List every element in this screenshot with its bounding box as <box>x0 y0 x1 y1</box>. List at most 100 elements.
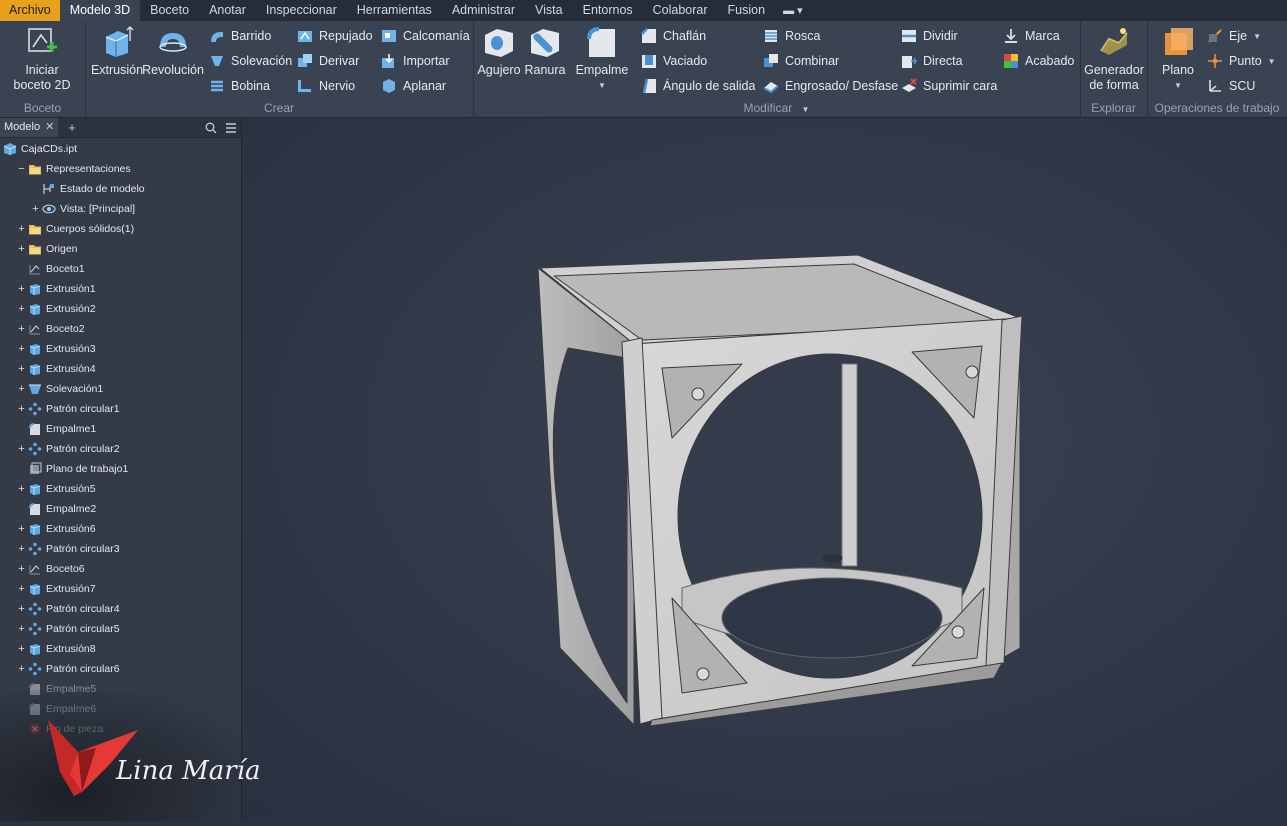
tree-item[interactable]: + Extrusión4 <box>0 359 241 379</box>
tree-item[interactable]: + Patrón circular1 <box>0 399 241 419</box>
cube-model[interactable] <box>242 118 1287 821</box>
punto-dropdown-icon[interactable]: ▼ <box>1268 57 1276 66</box>
tree-item[interactable]: + Boceto2 <box>0 319 241 339</box>
calcomania-button[interactable]: Calcomanía <box>381 27 470 45</box>
tab-archivo[interactable]: Archivo <box>0 0 60 21</box>
panel-modificar-label[interactable]: Modificar ▼ <box>473 101 1080 115</box>
tab-fusion[interactable]: Fusion <box>718 0 776 21</box>
expand-icon[interactable]: + <box>17 283 26 295</box>
tree-item[interactable]: + Extrusión1 <box>0 279 241 299</box>
tree-item[interactable]: + Extrusión5 <box>0 479 241 499</box>
tab-inspeccionar[interactable]: Inspeccionar <box>256 0 347 21</box>
tree-item[interactable]: + Boceto6 <box>0 559 241 579</box>
expand-icon[interactable]: + <box>17 443 26 455</box>
tree-item[interactable]: Empalme1 <box>0 419 241 439</box>
vaciado-button[interactable]: Vaciado <box>641 52 707 70</box>
expand-icon[interactable]: + <box>17 643 26 655</box>
tree-item[interactable]: + Patrón circular2 <box>0 439 241 459</box>
directa-button[interactable]: Directa <box>901 52 963 70</box>
expand-icon[interactable]: + <box>17 543 26 555</box>
empalme-dropdown-icon[interactable]: ▼ <box>598 78 606 93</box>
suprimir-cara-button[interactable]: Suprimir cara <box>901 77 997 95</box>
tree-item[interactable]: + Extrusión7 <box>0 579 241 599</box>
video-dropdown-icon[interactable]: ▬ ▾ <box>775 4 811 17</box>
solevacion-button[interactable]: Solevación <box>209 52 292 70</box>
tree-item[interactable]: + Origen <box>0 239 241 259</box>
menu-icon[interactable] <box>225 122 237 134</box>
tree-item[interactable]: + Extrusión6 <box>0 519 241 539</box>
rosca-button[interactable]: Rosca <box>763 27 820 45</box>
expand-icon[interactable]: + <box>17 623 26 635</box>
tab-administrar[interactable]: Administrar <box>442 0 525 21</box>
scu-button[interactable]: SCU <box>1207 77 1255 95</box>
combinar-button[interactable]: Combinar <box>763 52 839 70</box>
tree-item[interactable]: + Patrón circular6 <box>0 659 241 679</box>
tree-item[interactable]: Plano de trabajo1 <box>0 459 241 479</box>
marca-button[interactable]: Marca <box>1003 27 1060 45</box>
tree-item[interactable]: Estado de modelo <box>0 179 241 199</box>
expand-icon[interactable]: + <box>17 583 26 595</box>
tab-vista[interactable]: Vista <box>525 0 573 21</box>
expand-icon[interactable]: + <box>17 243 26 255</box>
expand-icon[interactable]: + <box>17 523 26 535</box>
derivar-button[interactable]: Derivar <box>297 52 359 70</box>
tree-item[interactable]: Empalme2 <box>0 499 241 519</box>
punto-button[interactable]: Punto ▼ <box>1207 52 1276 70</box>
tree-item[interactable]: + Patrón circular5 <box>0 619 241 639</box>
tree-item[interactable]: + Patrón circular4 <box>0 599 241 619</box>
generador-forma-button[interactable]: Generador de forma <box>1082 25 1146 93</box>
start-sketch-button[interactable]: Iniciar boceto 2D <box>6 25 78 93</box>
tree-item[interactable]: + Cuerpos sólidos(1) <box>0 219 241 239</box>
tab-colaborar[interactable]: Colaborar <box>643 0 718 21</box>
chaflan-button[interactable]: Chaflán <box>641 27 706 45</box>
extrusion-button[interactable]: Extrusión <box>89 25 145 78</box>
expand-icon[interactable]: + <box>17 563 26 575</box>
ranura-button[interactable]: Ranura <box>523 25 567 78</box>
angulo-salida-button[interactable]: Ángulo de salida <box>641 77 755 95</box>
expand-icon[interactable]: + <box>17 363 26 375</box>
expand-icon[interactable]: + <box>17 383 26 395</box>
agujero-button[interactable]: Agujero <box>477 25 521 78</box>
plano-dropdown-icon[interactable]: ▼ <box>1174 78 1182 93</box>
tree-item[interactable]: CajaCDs.ipt <box>0 139 241 159</box>
plano-button[interactable]: Plano ▼ <box>1155 25 1201 93</box>
nervio-button[interactable]: Nervio <box>297 77 355 95</box>
barrido-button[interactable]: Barrido <box>209 27 271 45</box>
expand-icon[interactable]: + <box>31 203 40 215</box>
expand-icon[interactable]: + <box>17 663 26 675</box>
importar-button[interactable]: Importar <box>381 52 450 70</box>
eje-button[interactable]: Eje ▼ <box>1207 27 1261 45</box>
expand-icon[interactable]: + <box>17 343 26 355</box>
tree-item[interactable]: + Patrón circular3 <box>0 539 241 559</box>
tab-entornos[interactable]: Entornos <box>573 0 643 21</box>
eje-dropdown-icon[interactable]: ▼ <box>1253 32 1261 41</box>
tree-item[interactable]: + Vista: [Principal] <box>0 199 241 219</box>
browser-tab-modelo[interactable]: Modelo ✕ <box>0 118 59 137</box>
expand-icon[interactable]: + <box>17 483 26 495</box>
tree-item[interactable]: Boceto1 <box>0 259 241 279</box>
expand-icon[interactable]: + <box>17 323 26 335</box>
collapse-icon[interactable]: − <box>17 163 26 175</box>
aplanar-button[interactable]: Aplanar <box>381 77 446 95</box>
tab-modelo-3d[interactable]: Modelo 3D <box>59 0 141 21</box>
tab-anotar[interactable]: Anotar <box>199 0 256 21</box>
empalme-button[interactable]: Empalme ▼ <box>573 25 631 93</box>
expand-icon[interactable]: + <box>17 603 26 615</box>
graphics-viewport[interactable] <box>242 118 1287 821</box>
tab-boceto[interactable]: Boceto <box>140 0 199 21</box>
expand-icon[interactable]: + <box>17 303 26 315</box>
search-icon[interactable] <box>205 122 217 134</box>
tree-item[interactable]: + Solevación1 <box>0 379 241 399</box>
engrosado-button[interactable]: Engrosado/ Desfase <box>763 77 898 95</box>
repujado-button[interactable]: Repujado <box>297 27 373 45</box>
expand-icon[interactable]: + <box>17 403 26 415</box>
acabado-button[interactable]: Acabado <box>1003 52 1074 70</box>
revolucion-button[interactable]: Revolución <box>142 25 204 78</box>
add-tab-icon[interactable]: + <box>68 120 76 135</box>
modificar-expand-icon[interactable]: ▼ <box>802 105 810 114</box>
tree-item[interactable]: − Representaciones <box>0 159 241 179</box>
bobina-button[interactable]: Bobina <box>209 77 270 95</box>
tab-herramientas[interactable]: Herramientas <box>347 0 442 21</box>
tree-item[interactable]: + Extrusión8 <box>0 639 241 659</box>
expand-icon[interactable]: + <box>17 223 26 235</box>
